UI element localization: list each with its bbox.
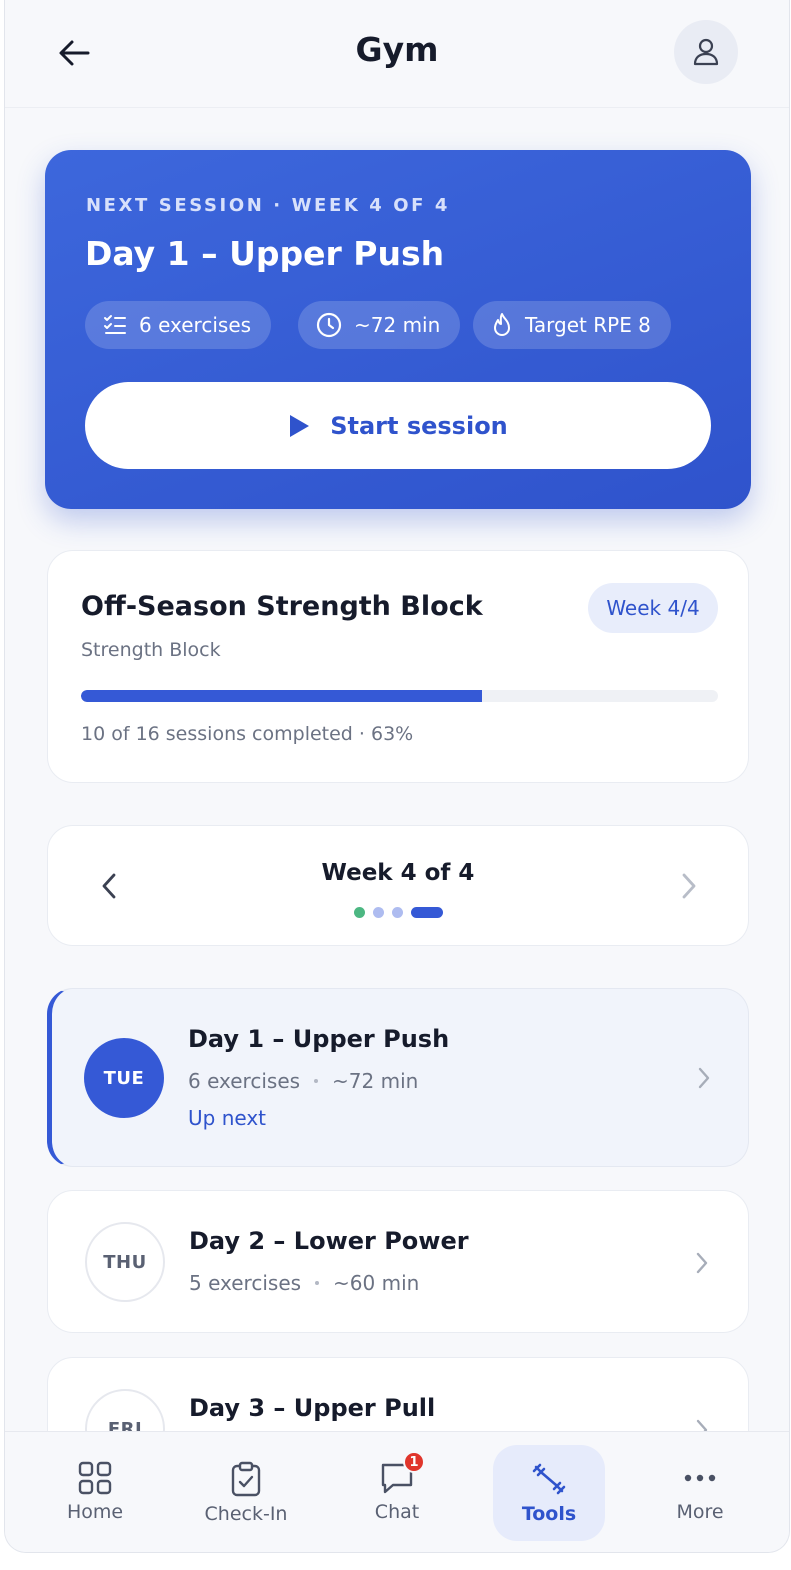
week-dot-current[interactable]	[410, 907, 443, 918]
flame-icon	[494, 313, 510, 336]
program-card[interactable]: Off-Season Strength Block Strength Block…	[47, 550, 749, 783]
day-duration: ~60 min	[333, 1271, 420, 1295]
program-progress-text: 10 of 16 sessions completed · 63%	[81, 723, 414, 745]
clipboard-check-icon	[231, 1461, 261, 1497]
gym-screen: Gym NEXT SESSION · WEEK 4 OF 4 Day 1 – U…	[4, 0, 790, 1553]
more-dots-icon	[684, 1474, 716, 1482]
chat-unread-badge: 1	[403, 1451, 425, 1473]
day-title: Day 2 – Lower Power	[189, 1227, 469, 1255]
start-session-button[interactable]: Start session	[85, 382, 711, 469]
start-session-label: Start session	[330, 411, 508, 440]
top-app-bar: Gym	[5, 0, 789, 108]
week-dot-past[interactable]	[372, 907, 384, 918]
nav-check-in-label: Check-In	[204, 1503, 288, 1525]
checklist-icon	[104, 315, 126, 334]
week-badge: Week 4/4	[588, 583, 718, 633]
nav-chat-label: Chat	[374, 1501, 420, 1523]
weekday-circle: TUE	[84, 1038, 164, 1118]
exercises-pill: 6 exercises	[85, 301, 272, 349]
day-exercises: 6 exercises	[188, 1069, 301, 1093]
day-card-2[interactable]: THU Day 2 – Lower Power 5 exercises ~60 …	[47, 1190, 749, 1333]
profile-button[interactable]	[674, 20, 738, 84]
week-dot-completed[interactable]	[353, 907, 365, 918]
program-progress-bar	[81, 690, 718, 702]
nav-chat[interactable]: 1 Chat	[341, 1445, 453, 1541]
duration-value: ~72 min	[354, 313, 441, 337]
user-icon	[693, 38, 719, 66]
week-dot-past[interactable]	[391, 907, 403, 918]
day-card-1[interactable]: TUE Day 1 – Upper Push 6 exercises ~72 m…	[47, 988, 749, 1167]
next-session-title: Day 1 – Upper Push	[85, 234, 445, 273]
program-progress-fill	[81, 690, 483, 702]
next-week-button[interactable]	[674, 866, 704, 906]
program-title: Off-Season Strength Block	[81, 591, 483, 622]
exercises-count: 6 exercises	[139, 313, 252, 337]
nav-check-in[interactable]: Check-In	[190, 1445, 302, 1541]
week-title: Week 4 of 4	[321, 860, 475, 886]
program-subtitle: Strength Block	[81, 639, 221, 661]
day-meta: 5 exercises ~60 min	[189, 1271, 419, 1295]
rpe-pill: Target RPE 8	[473, 301, 671, 349]
chevron-right-icon	[682, 873, 696, 899]
nav-more[interactable]: More	[644, 1445, 756, 1541]
meta-separator	[315, 1281, 320, 1285]
play-icon	[290, 414, 310, 437]
chevron-right-icon	[690, 1248, 714, 1278]
day-meta: 6 exercises ~72 min	[188, 1069, 418, 1093]
next-session-eyebrow: NEXT SESSION · WEEK 4 OF 4	[86, 195, 451, 216]
next-session-card: NEXT SESSION · WEEK 4 OF 4 Day 1 – Upper…	[45, 150, 751, 509]
clock-icon	[316, 312, 342, 338]
page-title: Gym	[355, 30, 439, 69]
nav-tools-label: Tools	[521, 1503, 577, 1525]
nav-more-label: More	[676, 1501, 724, 1523]
chevron-right-icon	[692, 1063, 716, 1093]
duration-pill: ~72 min	[298, 301, 461, 349]
nav-home[interactable]: Home	[39, 1445, 151, 1541]
day-exercises: 5 exercises	[189, 1271, 302, 1295]
grid-icon	[78, 1461, 112, 1495]
day-title: Day 3 – Upper Pull	[189, 1394, 436, 1422]
day-duration: ~72 min	[332, 1069, 419, 1093]
nav-home-label: Home	[66, 1501, 124, 1523]
day-status: Up next	[188, 1106, 266, 1130]
nav-tools[interactable]: Tools	[493, 1445, 605, 1541]
target-rpe: Target RPE 8	[525, 313, 651, 337]
weekday-circle: THU	[85, 1222, 165, 1302]
week-navigator: Week 4 of 4	[47, 825, 749, 946]
dumbbell-icon	[532, 1463, 566, 1495]
meta-separator	[314, 1079, 319, 1083]
day-title: Day 1 – Upper Push	[188, 1025, 450, 1053]
bottom-navigation: Home Check-In 1 Chat Tools More	[5, 1431, 789, 1552]
week-indicator-dots	[48, 907, 748, 918]
